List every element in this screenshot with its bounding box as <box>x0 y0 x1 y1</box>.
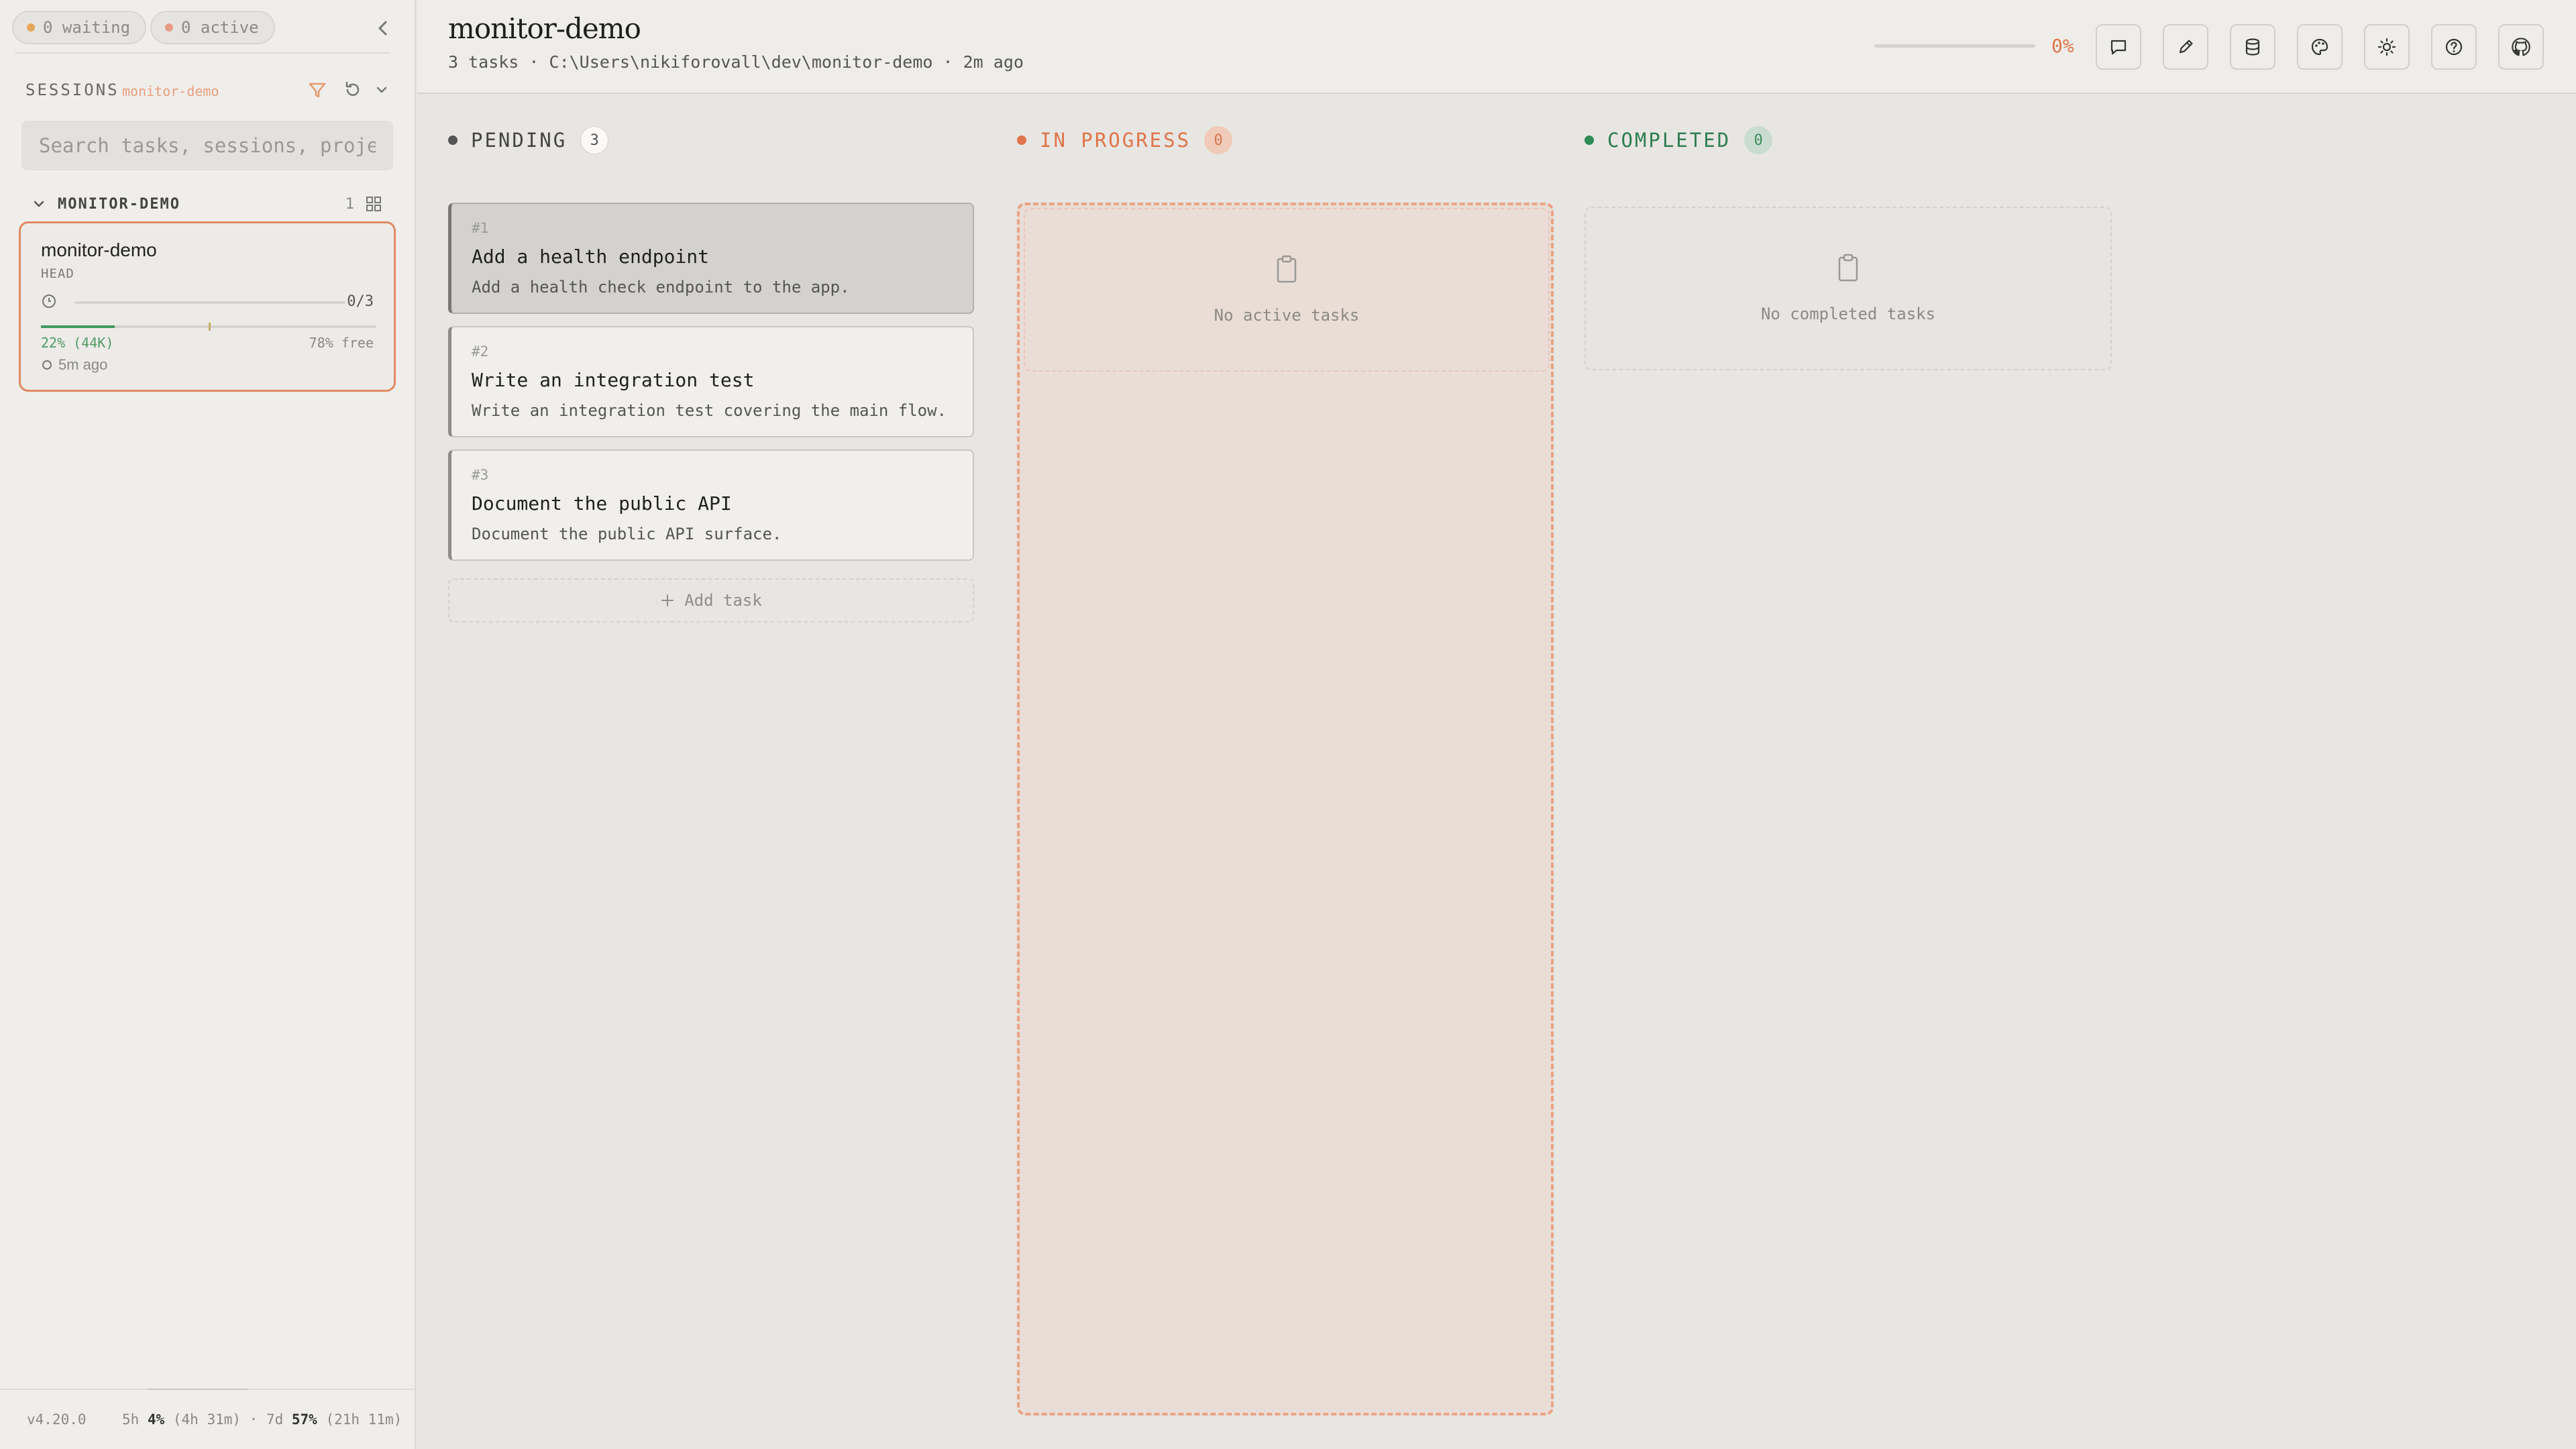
pencil-icon <box>2179 40 2193 54</box>
chevron-left-icon <box>378 21 387 36</box>
add-task-label: Add task <box>684 591 762 610</box>
collapse-sidebar-button[interactable] <box>373 15 393 42</box>
page-title: monitor-demo <box>448 12 641 45</box>
status-circle-icon <box>42 360 52 370</box>
sessions-project-filter: monitor-demo <box>122 83 219 99</box>
waiting-status-dot <box>27 23 35 32</box>
column-label-completed: COMPLETED <box>1607 129 1731 152</box>
completed-status-dot <box>1585 136 1594 145</box>
project-group-count: 1 <box>345 195 354 213</box>
task-title: Write an integration test <box>472 369 755 391</box>
task-id: #1 <box>472 220 489 236</box>
sessions-title: SESSIONS <box>25 80 119 99</box>
plus-icon <box>661 594 674 606</box>
task-card[interactable]: #3 Document the public API Document the … <box>448 449 974 561</box>
chat-icon <box>2110 40 2127 55</box>
context-usage-fill <box>41 325 115 328</box>
in-progress-empty-text: No active tasks <box>1214 306 1360 325</box>
context-threshold-marker <box>209 323 211 331</box>
column-count-pending: 3 <box>580 126 609 154</box>
completed-empty-text: No completed tasks <box>1760 305 1936 323</box>
column-label-pending: PENDING <box>471 129 568 152</box>
refresh-icon <box>345 81 360 96</box>
chat-button[interactable] <box>2096 24 2141 70</box>
search-input[interactable] <box>21 121 393 170</box>
github-button[interactable] <box>2498 24 2544 70</box>
active-filter-pill[interactable]: 0 active <box>150 11 275 44</box>
clock-icon <box>42 294 56 308</box>
project-group-name: MONITOR-DEMO <box>58 195 180 213</box>
task-description: Add a health check endpoint to the app. <box>472 278 850 297</box>
footer-scroll-indicator <box>148 1389 248 1390</box>
session-task-progress <box>74 301 345 304</box>
session-card[interactable]: monitor-demo HEAD 0/3 22% (44K) 78% free… <box>19 221 396 392</box>
waiting-label: 0 waiting <box>43 18 131 37</box>
task-description: Write an integration test covering the m… <box>472 401 947 420</box>
chevron-down-icon <box>34 201 44 207</box>
refresh-button[interactable] <box>341 78 365 102</box>
usage-5h-percent: 4% <box>147 1411 165 1428</box>
database-button[interactable] <box>2230 24 2275 70</box>
context-free-label: 78% free <box>309 335 374 351</box>
chevron-down-icon <box>376 87 387 93</box>
palette-icon <box>2311 38 2328 56</box>
page-subtitle: 3 tasks · C:\Users\nikiforovall\dev\moni… <box>448 52 1024 72</box>
usage-7d-remaining: (21h 11m) <box>317 1411 402 1428</box>
active-label: 0 active <box>181 18 259 37</box>
project-group-header[interactable]: MONITOR-DEMO 1 <box>32 192 388 216</box>
completed-empty-state: No completed tasks <box>1585 207 2112 370</box>
column-label-in-progress: IN PROGRESS <box>1040 129 1191 152</box>
task-card[interactable]: #2 Write an integration test Write an in… <box>448 326 974 437</box>
context-usage-bar <box>41 323 376 331</box>
task-title: Add a health endpoint <box>472 246 710 268</box>
usage-summary: 5h 4% (4h 31m) · 7d 57% (21h 11m) <box>122 1411 402 1428</box>
column-header-pending: PENDING 3 <box>448 126 609 154</box>
task-card[interactable]: #1 Add a health endpoint Add a health ch… <box>448 203 974 314</box>
pending-status-dot <box>448 136 458 145</box>
github-icon <box>2512 38 2530 56</box>
task-id: #2 <box>472 343 489 360</box>
light-mode-button[interactable] <box>2364 24 2410 70</box>
column-count-in-progress: 0 <box>1204 126 1233 154</box>
help-icon <box>2445 38 2463 56</box>
clipboard-icon <box>1838 254 1858 282</box>
session-task-count: 0/3 <box>347 293 374 310</box>
session-branch: HEAD <box>41 266 74 281</box>
sidebar-footer: v4.20.0 5h 4% (4h 31m) · 7d 57% (21h 11m… <box>0 1389 415 1449</box>
column-header-in-progress: IN PROGRESS 0 <box>1017 126 1233 154</box>
header-bar: monitor-demo 3 tasks · C:\Users\nikiforo… <box>417 0 2576 94</box>
overall-progress-bar <box>1874 44 2035 48</box>
app-version: v4.20.0 <box>27 1411 87 1428</box>
waiting-filter-pill[interactable]: 0 waiting <box>12 11 147 44</box>
session-title: monitor-demo <box>41 239 157 260</box>
theme-palette-button[interactable] <box>2297 24 2343 70</box>
sun-icon <box>2377 38 2396 56</box>
task-id: #3 <box>472 467 489 483</box>
session-updated-time: 5m ago <box>58 356 108 373</box>
in-progress-status-dot <box>1017 136 1026 145</box>
filter-icon <box>309 83 326 98</box>
task-title: Document the public API <box>472 492 732 515</box>
column-header-completed: COMPLETED 0 <box>1585 126 1773 154</box>
usage-7d-percent: 57% <box>291 1411 317 1428</box>
clipboard-icon <box>1277 255 1297 283</box>
sidebar: 0 waiting 0 active SESSIONS monitor-demo… <box>0 0 416 1449</box>
filter-button[interactable] <box>305 78 329 102</box>
usage-5h-prefix: 5h <box>122 1411 148 1428</box>
column-count-completed: 0 <box>1744 126 1773 154</box>
context-used-label: 22% (44K) <box>41 335 114 351</box>
edit-button[interactable] <box>2163 24 2208 70</box>
sessions-menu-button[interactable] <box>372 78 392 102</box>
help-button[interactable] <box>2431 24 2477 70</box>
active-status-dot <box>165 23 173 32</box>
usage-5h-remaining: (4h 31m) · 7d <box>164 1411 292 1428</box>
in-progress-empty-state: No active tasks <box>1024 208 1550 372</box>
add-task-button[interactable]: Add task <box>448 578 974 623</box>
overall-progress-label: 0% <box>2051 35 2074 57</box>
in-progress-drop-zone[interactable]: No active tasks <box>1017 203 1554 1415</box>
task-description: Document the public API surface. <box>472 525 782 543</box>
sidebar-divider <box>15 52 390 54</box>
database-icon <box>2245 38 2260 56</box>
grid-icon <box>366 197 381 211</box>
